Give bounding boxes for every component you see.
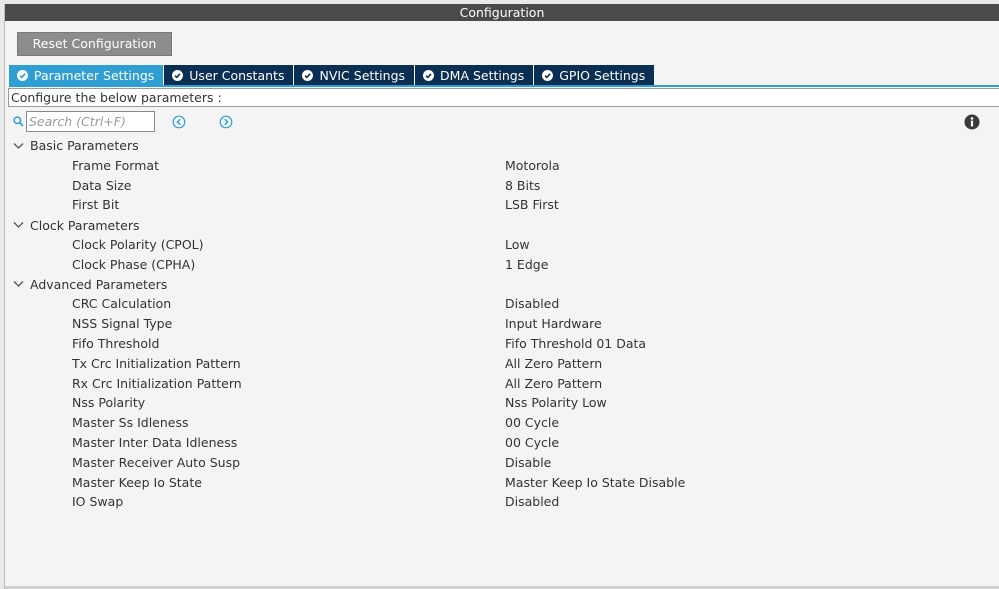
param-value: Disabled: [505, 296, 560, 312]
param-value: Fifo Threshold 01 Data: [505, 335, 647, 351]
check-circle-icon: [17, 69, 28, 81]
param-name: First Bit: [72, 197, 120, 213]
param-name: CRC Calculation: [72, 296, 172, 312]
param-value: Motorola: [505, 157, 560, 173]
param-value: 00 Cycle: [505, 434, 560, 450]
tab-underline: [9, 85, 999, 87]
configuration-window: Configuration Reset Configuration Parame…: [4, 4, 999, 589]
param-name: Tx Crc Initialization Pattern: [72, 355, 241, 371]
param-row[interactable]: Data Size 8 Bits: [5, 176, 999, 196]
param-row[interactable]: NSS Signal Type Input Hardware: [5, 314, 999, 334]
param-row[interactable]: Master Receiver Auto Susp Disable: [5, 453, 999, 473]
param-row[interactable]: Rx Crc Initialization Pattern All Zero Pa…: [5, 374, 999, 394]
param-name: IO Swap: [72, 494, 124, 510]
param-row[interactable]: Master Ss Idleness 00 Cycle: [5, 413, 999, 433]
group-basic-parameters[interactable]: Basic Parameters: [5, 136, 999, 156]
window-title: Configuration: [5, 4, 999, 21]
param-row[interactable]: CRC Calculation Disabled: [5, 294, 999, 314]
param-name: Fifo Threshold: [72, 335, 160, 351]
tab-bar: Parameter Settings User Constants NVIC S…: [9, 65, 655, 85]
param-row[interactable]: Clock Phase (CPHA) 1 Edge: [5, 255, 999, 275]
param-row[interactable]: Tx Crc Initialization Pattern All Zero Pa…: [5, 354, 999, 374]
chevron-down-icon[interactable]: [13, 280, 24, 288]
param-value: 1 Edge: [505, 256, 549, 272]
check-circle-icon: [542, 69, 554, 81]
param-value: LSB First: [505, 197, 559, 213]
search-icon: [13, 115, 24, 130]
param-row[interactable]: Master Inter Data Idleness 00 Cycle: [5, 433, 999, 453]
param-name: Frame Format: [72, 157, 159, 173]
param-row[interactable]: Frame Format Motorola: [5, 156, 999, 176]
param-name: Master Inter Data Idleness: [72, 434, 238, 450]
arrow-right-circle-icon[interactable]: [219, 115, 233, 132]
info-icon[interactable]: [964, 114, 980, 133]
param-name: NSS Signal Type: [72, 316, 173, 332]
param-row[interactable]: IO Swap Disabled: [5, 492, 999, 512]
tab-label: NVIC Settings: [319, 67, 406, 83]
param-name: Clock Phase (CPHA): [72, 256, 196, 272]
param-name: Master Ss Idleness: [72, 415, 189, 431]
tab-dma-settings[interactable]: DMA Settings: [415, 65, 534, 85]
param-row[interactable]: First Bit LSB First: [5, 195, 999, 215]
param-value: All Zero Pattern: [505, 375, 603, 391]
param-row[interactable]: Nss Polarity Nss Polarity Low: [5, 393, 999, 413]
chevron-down-icon[interactable]: [13, 142, 24, 150]
tab-label: DMA Settings: [440, 67, 525, 83]
group-label: Clock Parameters: [30, 217, 140, 233]
param-row[interactable]: Fifo Threshold Fifo Threshold 01 Data: [5, 334, 999, 354]
param-value: 8 Bits: [505, 177, 541, 193]
tab-label: User Constants: [189, 67, 285, 83]
group-label: Basic Parameters: [30, 138, 139, 154]
param-name: Clock Polarity (CPOL): [72, 236, 204, 252]
param-value: Input Hardware: [505, 316, 602, 332]
parameter-tree: Basic Parameters Frame Format Motorola Da…: [5, 136, 999, 512]
param-row[interactable]: Clock Polarity (CPOL) Low: [5, 235, 999, 255]
group-label: Advanced Parameters: [30, 276, 168, 292]
tab-label: GPIO Settings: [559, 67, 646, 83]
tab-label: Parameter Settings: [34, 67, 155, 83]
param-value: Disabled: [505, 494, 560, 510]
param-row[interactable]: Master Keep Io State Master Keep Io State…: [5, 473, 999, 493]
tab-gpio-settings[interactable]: GPIO Settings: [534, 65, 655, 85]
param-value: Nss Polarity Low: [505, 395, 607, 411]
check-circle-icon: [302, 69, 314, 81]
chevron-down-icon[interactable]: [13, 221, 24, 229]
param-name: Rx Crc Initialization Pattern: [72, 375, 242, 391]
arrow-left-circle-icon[interactable]: [172, 115, 186, 132]
group-clock-parameters[interactable]: Clock Parameters: [5, 215, 999, 235]
param-name: Nss Polarity: [72, 395, 146, 411]
param-name: Data Size: [72, 177, 132, 193]
param-value: Master Keep Io State Disable: [505, 474, 686, 490]
search-input[interactable]: [26, 111, 155, 132]
reset-configuration-button[interactable]: Reset Configuration: [17, 32, 172, 56]
group-advanced-parameters[interactable]: Advanced Parameters: [5, 275, 999, 295]
param-value: Disable: [505, 454, 552, 470]
param-name: Master Receiver Auto Susp: [72, 454, 241, 470]
tab-nvic-settings[interactable]: NVIC Settings: [294, 65, 415, 85]
parameters-description: Configure the below parameters :: [8, 88, 999, 107]
tab-parameter-settings[interactable]: Parameter Settings: [9, 65, 164, 85]
check-circle-icon: [423, 69, 435, 81]
param-value: 00 Cycle: [505, 415, 560, 431]
tab-user-constants[interactable]: User Constants: [164, 65, 294, 85]
param-name: Master Keep Io State: [72, 474, 202, 490]
param-value: All Zero Pattern: [505, 355, 603, 371]
check-circle-icon: [172, 69, 184, 81]
param-value: Low: [505, 236, 530, 252]
